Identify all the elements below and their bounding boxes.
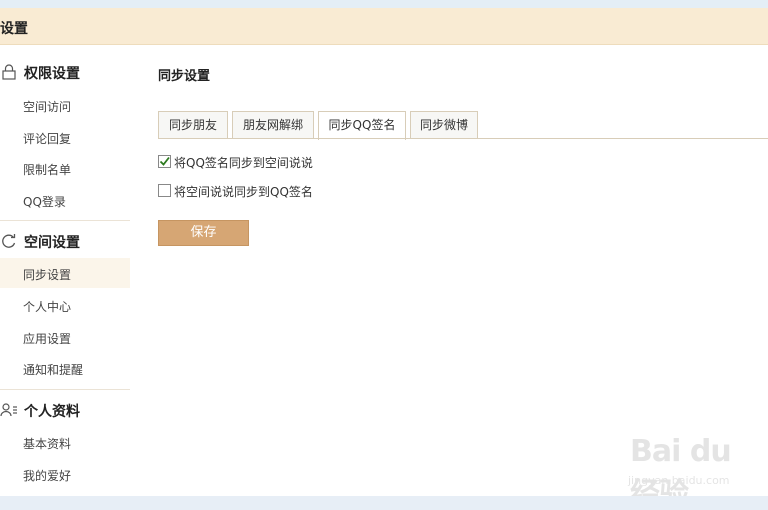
sidebar-item-label: 空间访问 (23, 100, 72, 114)
sidebar-item-block-list[interactable]: 限制名单 (0, 153, 130, 183)
page-title: 同步设置 (158, 69, 211, 84)
profile-card-icon (0, 402, 18, 418)
sidebar-group-profile[interactable]: 个人资料 (0, 395, 130, 425)
sidebar-item-space-access[interactable]: 空间访问 (0, 90, 130, 120)
sidebar-group-label: 权限设置 (24, 66, 80, 82)
option-label: 将空间说说同步到QQ签名 (174, 185, 313, 199)
sidebar-item-label: 同步设置 (23, 268, 72, 282)
sidebar-item-notifications[interactable]: 通知和提醒 (0, 353, 130, 383)
save-button[interactable]: 保存 (158, 220, 249, 246)
tab-sync-weibo[interactable]: 同步微博 (410, 111, 478, 139)
sidebar-item-label: 评论回复 (23, 132, 72, 146)
tab-sync-friends[interactable]: 同步朋友 (158, 111, 228, 139)
sidebar-divider (0, 389, 130, 390)
watermark-url: jingyan.baidu.com (628, 474, 730, 487)
tab-sync-qq-signature[interactable]: 同步QQ签名 (318, 111, 406, 140)
tab-label: 同步QQ签名 (328, 118, 396, 132)
top-strip (0, 0, 768, 8)
tab-bar: 同步朋友 朋友网解绑 同步QQ签名 同步微博 (158, 111, 768, 140)
title-bar: 设置 (0, 8, 768, 45)
sidebar-item-my-hobbies[interactable]: 我的爱好 (0, 459, 130, 489)
bottom-strip (0, 496, 768, 510)
watermark: Bai du 经验 jingyan.baidu.com (628, 412, 768, 510)
sidebar-divider (0, 220, 130, 221)
sidebar-item-sync-settings[interactable]: 同步设置 (0, 258, 130, 288)
sidebar-group-permissions[interactable]: 权限设置 (0, 57, 130, 87)
sidebar-item-label: 个人中心 (23, 300, 72, 314)
sidebar-item-label: 限制名单 (23, 163, 72, 177)
sidebar-item-label: QQ登录 (23, 195, 66, 209)
tab-label: 朋友网解绑 (242, 118, 303, 132)
sidebar-item-personal-center[interactable]: 个人中心 (0, 290, 130, 320)
tab-underline (158, 138, 768, 139)
window-title: 设置 (0, 21, 28, 37)
sidebar: 权限设置 空间访问 评论回复 限制名单 QQ登录 空间设置 同步设置 个人中心 … (0, 45, 130, 496)
checkbox-checked[interactable] (158, 155, 171, 168)
lock-icon (0, 64, 18, 80)
refresh-icon (0, 233, 18, 249)
sidebar-item-label: 应用设置 (23, 332, 72, 346)
sidebar-item-app-settings[interactable]: 应用设置 (0, 322, 130, 352)
sidebar-group-label: 空间设置 (24, 235, 80, 251)
sidebar-group-space-settings[interactable]: 空间设置 (0, 226, 130, 256)
sidebar-item-label: 基本资料 (23, 437, 72, 451)
checkbox-unchecked[interactable] (158, 184, 171, 197)
tab-unbind-pengyou[interactable]: 朋友网解绑 (232, 111, 314, 139)
sidebar-item-label: 通知和提醒 (23, 363, 84, 377)
sidebar-item-basic-info[interactable]: 基本资料 (0, 427, 130, 457)
tab-label: 同步朋友 (168, 118, 217, 132)
tab-label: 同步微博 (419, 118, 468, 132)
sidebar-item-comment-reply[interactable]: 评论回复 (0, 122, 130, 152)
sidebar-item-label: 我的爱好 (23, 469, 72, 483)
sidebar-item-qq-login[interactable]: QQ登录 (0, 185, 130, 215)
sidebar-group-label: 个人资料 (24, 404, 80, 420)
option-label: 将QQ签名同步到空间说说 (174, 156, 313, 170)
